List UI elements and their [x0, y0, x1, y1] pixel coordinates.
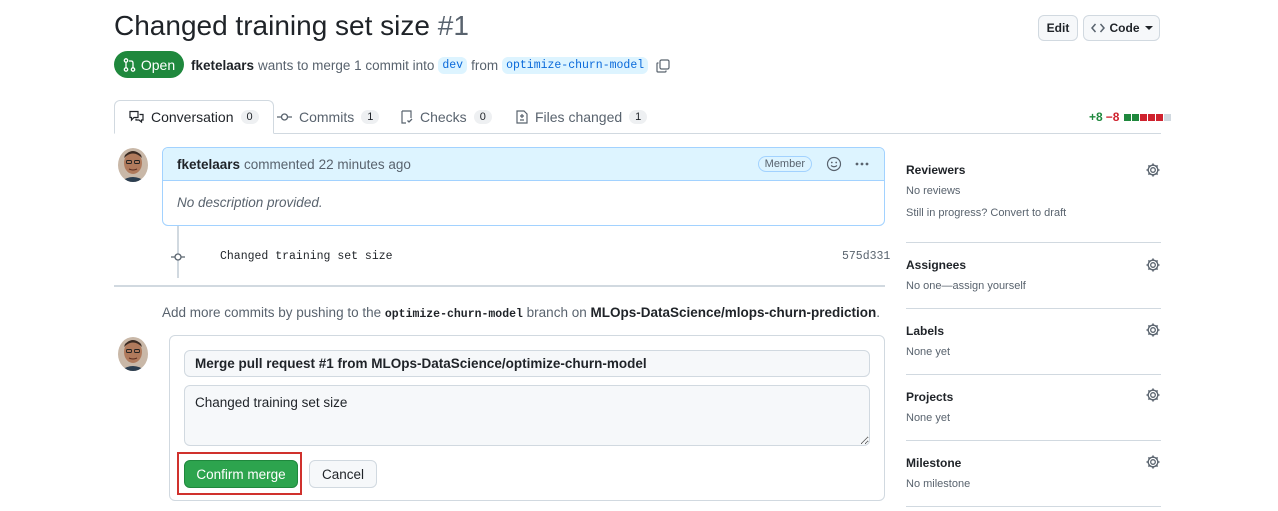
convert-to-draft-link[interactable]: Still in progress? Convert to draft — [906, 207, 1066, 219]
diffstat-square — [1124, 113, 1132, 121]
diffstat-square — [1140, 113, 1148, 121]
commit-icon — [277, 113, 292, 121]
gear-icon[interactable] — [1145, 322, 1161, 338]
diffstat-square — [1132, 113, 1140, 121]
comment-card: fketelaars commented 22 minutes ago Memb… — [162, 147, 885, 226]
avatar-image — [118, 337, 148, 371]
sidebar-milestone: Milestone No milestone — [906, 441, 1161, 507]
diffstat-square — [1156, 113, 1164, 121]
additions-count: +8 — [1089, 110, 1103, 124]
commit-message[interactable]: Changed training set size — [220, 250, 393, 263]
comment-body: No description provided. — [177, 195, 323, 210]
milestone-value: No milestone — [906, 478, 971, 490]
comment-discussion-icon — [129, 110, 144, 124]
avatar[interactable] — [118, 148, 148, 182]
sidebar-reviewers: Reviewers No reviews Still in progress? … — [906, 150, 1161, 243]
diffstat: +8 −8 — [1089, 110, 1172, 124]
reviewers-value: No reviews — [906, 185, 961, 197]
milestone-title[interactable]: Milestone — [906, 456, 961, 470]
tab-checks[interactable]: Checks 0 — [400, 100, 492, 134]
diffstat-square — [1148, 113, 1156, 121]
sidebar-projects: Projects None yet — [906, 375, 1161, 441]
avatar[interactable] — [118, 337, 148, 371]
tab-commits[interactable]: Commits 1 — [277, 100, 380, 134]
push-info: Add more commits by pushing to the optim… — [162, 305, 881, 321]
commit-sha[interactable]: 575d331 — [842, 250, 890, 263]
edit-button[interactable]: Edit — [1038, 15, 1078, 41]
avatar-image — [118, 148, 148, 182]
labels-value: None yet — [906, 346, 951, 358]
kebab-horizontal-icon[interactable] — [854, 156, 870, 172]
tab-conversation[interactable]: Conversation 0 — [114, 100, 274, 134]
gear-icon[interactable] — [1145, 162, 1161, 178]
diffstat-bar — [1124, 113, 1172, 121]
projects-value: None yet — [906, 412, 951, 424]
sidebar-labels: Labels None yet — [906, 309, 1161, 375]
pr-meta: fketelaars wants to merge 1 commit into … — [191, 57, 670, 74]
base-branch[interactable]: dev — [438, 57, 468, 74]
cancel-button[interactable]: Cancel — [309, 460, 377, 488]
pull-request-icon — [123, 57, 136, 72]
pr-number: #1 — [437, 10, 469, 41]
deletions-count: −8 — [1105, 110, 1120, 124]
code-button[interactable]: Code — [1083, 15, 1160, 41]
repo-name: MLOps-DataScience/mlops-churn-prediction — [590, 305, 877, 320]
commit-icon — [171, 253, 185, 261]
gear-icon[interactable] — [1145, 257, 1161, 273]
timeline-divider — [114, 285, 885, 287]
tab-files-changed[interactable]: Files changed 1 — [516, 100, 648, 134]
confirm-merge-button[interactable]: Confirm merge — [184, 460, 298, 488]
chevron-down-icon — [1144, 26, 1153, 30]
merge-title-input[interactable] — [184, 350, 870, 377]
smiley-icon[interactable] — [826, 156, 842, 172]
role-badge: Member — [757, 156, 812, 172]
projects-title[interactable]: Projects — [906, 390, 953, 404]
push-branch: optimize-churn-model — [384, 308, 523, 321]
page-title: Changed training set size #1 — [114, 10, 469, 42]
assignees-value[interactable]: No one—assign yourself — [906, 280, 1026, 292]
merge-description-textarea[interactable]: Changed training set size — [184, 385, 870, 446]
assignees-title[interactable]: Assignees — [906, 258, 966, 272]
checklist-icon — [401, 110, 413, 124]
sidebar-assignees: Assignees No one—assign yourself — [906, 243, 1161, 309]
code-icon — [1090, 23, 1105, 33]
comment-author[interactable]: fketelaars — [177, 157, 240, 172]
pr-title: Changed training set size — [114, 10, 430, 41]
reviewers-title[interactable]: Reviewers — [906, 163, 965, 177]
author-link[interactable]: fketelaars — [191, 58, 254, 73]
labels-title[interactable]: Labels — [906, 324, 944, 338]
status-badge: Open — [114, 51, 184, 78]
comment-time[interactable]: 22 minutes ago — [319, 157, 411, 172]
diffstat-square — [1164, 113, 1172, 121]
gear-icon[interactable] — [1145, 387, 1161, 403]
copy-icon[interactable] — [656, 58, 670, 73]
gear-icon[interactable] — [1145, 454, 1161, 470]
head-branch[interactable]: optimize-churn-model — [502, 57, 649, 74]
file-diff-icon — [516, 110, 528, 124]
comment-header: fketelaars commented 22 minutes ago Memb… — [163, 148, 884, 181]
